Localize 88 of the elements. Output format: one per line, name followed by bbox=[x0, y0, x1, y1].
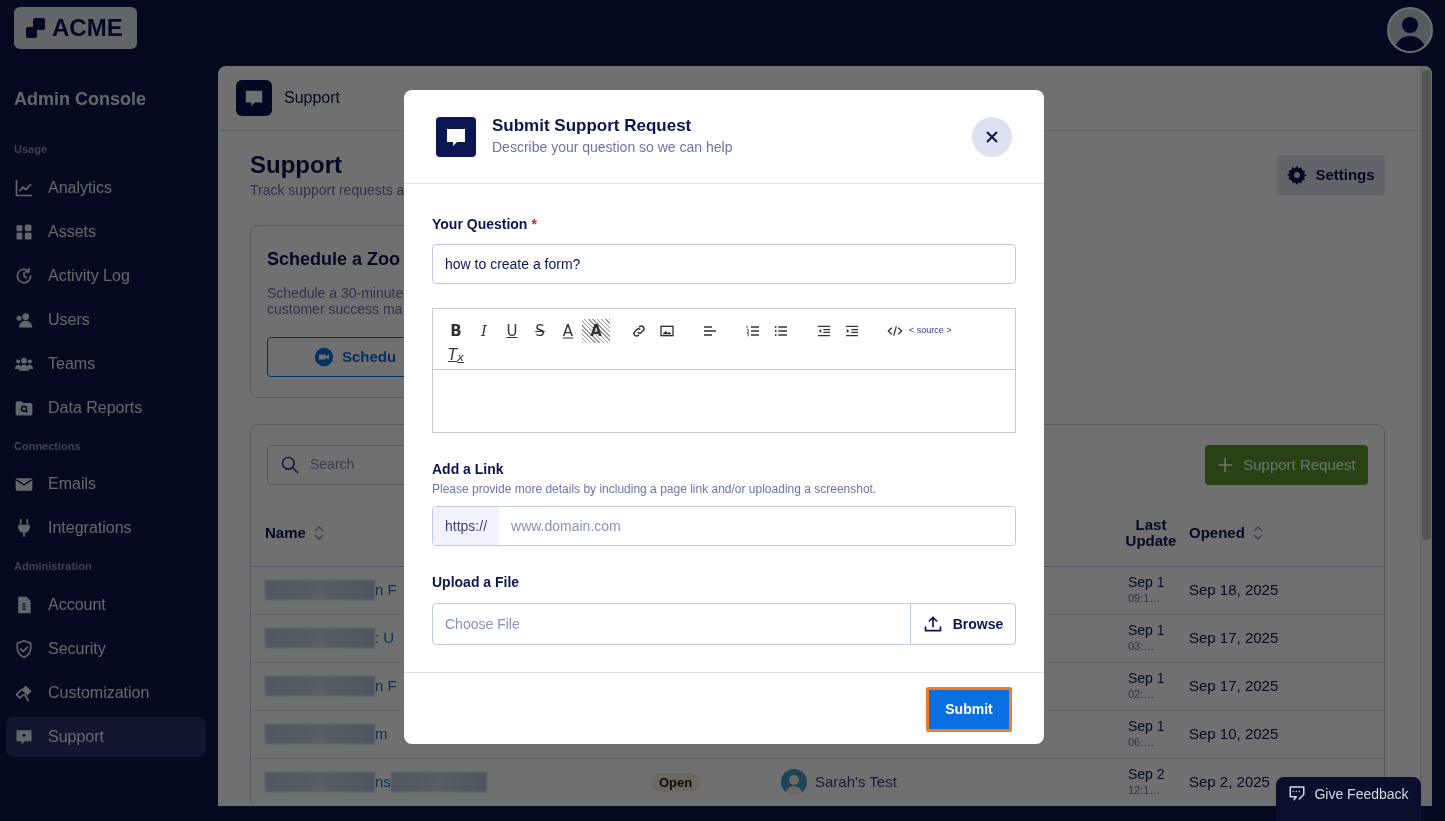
last-update-date: Sep 2 bbox=[1127, 766, 1166, 783]
strikethrough-button[interactable]: S bbox=[526, 319, 554, 343]
sidebar-item[interactable]: Integrations bbox=[6, 508, 206, 548]
last-update-date: Sep 1 bbox=[1127, 622, 1166, 639]
user-avatar[interactable] bbox=[1387, 7, 1433, 53]
question-field[interactable]: how to create a form? bbox=[432, 244, 1016, 284]
card-title: Schedule a Zoo bbox=[267, 247, 401, 271]
status-badge: Open bbox=[651, 773, 701, 793]
section-label: Administration bbox=[13, 559, 93, 574]
request-link[interactable]: : U bbox=[375, 627, 395, 650]
sidebar-item[interactable]: Security bbox=[6, 628, 206, 669]
sidebar-item[interactable]: Teams bbox=[6, 343, 206, 384]
close-icon bbox=[985, 129, 999, 144]
last-update-date: Sep 1 bbox=[1127, 574, 1166, 591]
section-label: Usage bbox=[13, 142, 49, 157]
owner-avatar bbox=[781, 769, 807, 796]
logo-text: ACME bbox=[52, 13, 123, 43]
panel-title: Support bbox=[284, 88, 341, 108]
sidebar-item[interactable]: Customization bbox=[6, 672, 206, 713]
sidebar-item[interactable]: Analytics bbox=[6, 167, 206, 208]
opened-date: Sep 17, 2025 bbox=[1189, 629, 1279, 647]
video-camera-icon bbox=[314, 346, 334, 367]
submit-button[interactable]: Submit bbox=[926, 687, 1012, 732]
page-subtitle: Track support requests a bbox=[250, 180, 405, 200]
last-update-time: 09:1… bbox=[1127, 591, 1162, 607]
request-link[interactable]: n F bbox=[375, 579, 397, 602]
feedback-button[interactable]: Give Feedback bbox=[1276, 777, 1421, 821]
italic-button[interactable]: I bbox=[470, 319, 498, 343]
text-color-button[interactable]: A bbox=[554, 319, 582, 343]
source-button[interactable]: < source > bbox=[909, 319, 952, 343]
scrollbar[interactable] bbox=[1420, 66, 1432, 806]
dialog-title: Submit Support Request bbox=[492, 115, 693, 137]
dialog-subtitle: Describe your question so we can help bbox=[492, 138, 733, 157]
last-update-time: 02:… bbox=[1127, 687, 1156, 703]
section-label: Connections bbox=[13, 438, 82, 454]
required-mark: * bbox=[531, 216, 537, 232]
opened-date: Sep 18, 2025 bbox=[1189, 581, 1279, 599]
last-update-time: 06:… bbox=[1127, 735, 1156, 751]
chat-bubble-icon bbox=[236, 80, 272, 116]
request-link[interactable]: n F bbox=[375, 675, 397, 698]
sidebar-item[interactable]: Activity Log bbox=[6, 255, 206, 296]
last-update-time: 03:… bbox=[1127, 639, 1156, 655]
sidebar-item[interactable]: Assets bbox=[6, 211, 206, 252]
sidebar-title: Admin Console bbox=[13, 88, 147, 111]
field-hint: Please provide more details by including a page link and/or uploading a screenshot. bbox=[432, 481, 878, 498]
sidebar-item[interactable]: Emails bbox=[6, 464, 206, 504]
column-header[interactable]: Opened bbox=[1189, 522, 1245, 545]
request-link[interactable]: ns bbox=[375, 771, 391, 794]
sidebar-item[interactable]: Data Reports bbox=[6, 387, 206, 428]
last-update-date: Sep 1 bbox=[1127, 670, 1166, 687]
upload-icon bbox=[922, 614, 943, 634]
highlight-button[interactable]: A bbox=[582, 319, 610, 343]
settings-button[interactable]: Settings bbox=[1277, 155, 1385, 195]
plus-icon bbox=[1217, 456, 1234, 473]
card-description: Schedule a 30-minute customer success ma bbox=[267, 284, 404, 317]
clock-icon bbox=[14, 265, 34, 286]
gear-icon bbox=[1287, 165, 1308, 185]
search-icon bbox=[280, 454, 300, 475]
sidebar-item[interactable]: Account bbox=[6, 584, 206, 625]
column-header[interactable]: Name bbox=[265, 522, 306, 545]
bold-button[interactable]: B bbox=[442, 319, 470, 343]
sidebar-item[interactable]: Support bbox=[6, 716, 206, 757]
field-label: Your Question bbox=[432, 216, 528, 232]
logo[interactable]: ACME bbox=[14, 7, 137, 49]
chat-edit-icon bbox=[1288, 784, 1307, 802]
chat-bubble-icon bbox=[436, 116, 476, 157]
field-label: Upload a File bbox=[432, 573, 521, 592]
logo-icon bbox=[24, 16, 48, 40]
field-label: Add a Link bbox=[432, 460, 505, 479]
opened-date: Sep 2, 2025 bbox=[1189, 773, 1270, 791]
column-header: Last Update bbox=[1124, 517, 1178, 550]
last-update-date: Sep 1 bbox=[1127, 718, 1166, 735]
shield-icon bbox=[14, 638, 34, 659]
opened-date: Sep 10, 2025 bbox=[1189, 725, 1279, 743]
owner-name: Sarah's Test bbox=[815, 772, 897, 793]
file-field[interactable]: Choose File bbox=[432, 603, 911, 645]
sidebar-item[interactable]: Users bbox=[6, 299, 206, 340]
page-title: Support bbox=[250, 151, 343, 180]
link-field[interactable]: https:// www.domain.com bbox=[432, 506, 1016, 546]
request-link[interactable]: m bbox=[375, 723, 388, 746]
opened-date: Sep 17, 2025 bbox=[1189, 677, 1279, 695]
add-request-button[interactable]: Support Request bbox=[1205, 444, 1368, 485]
last-update-time: 12:1… bbox=[1127, 783, 1162, 799]
chart-icon bbox=[14, 177, 34, 198]
clear-format-button[interactable]: T$_{x}$ bbox=[442, 343, 470, 367]
underline-button[interactable]: U bbox=[498, 319, 526, 343]
browse-button[interactable]: Browse bbox=[911, 603, 1016, 645]
close-button[interactable] bbox=[972, 116, 1012, 157]
